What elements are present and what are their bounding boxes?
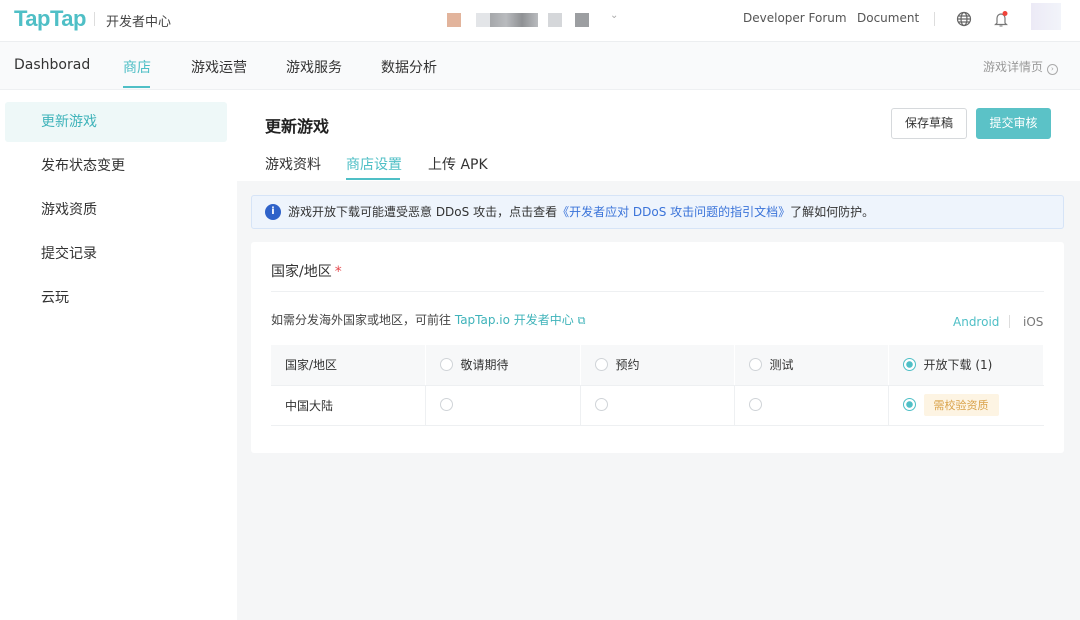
platform-android[interactable]: Android <box>953 315 999 329</box>
alert-text: 游戏开放下载可能遭受恶意 DDoS 攻击，点击查看 <box>288 205 558 219</box>
top-header: TapTap 开发者中心 ⌄ Developer Forum Document <box>0 0 1080 42</box>
arrow-circle-icon: › <box>1046 64 1058 75</box>
sidebar: 更新游戏 发布状态变更 游戏资质 提交记录 云玩 <box>0 90 237 620</box>
sidebar-item-update-game[interactable]: 更新游戏 <box>5 102 227 142</box>
tab-upload-apk[interactable]: 上传 APK <box>428 154 488 174</box>
radio-test[interactable] <box>748 398 762 411</box>
nav-dashboard[interactable]: Dashborad <box>14 57 90 73</box>
divider <box>271 291 1044 292</box>
column-label: 测试 <box>769 358 794 373</box>
radio-coming-soon[interactable] <box>439 398 453 411</box>
sidebar-item-cloud-play[interactable]: 云玩 <box>5 278 227 318</box>
radio-coming-soon-all[interactable] <box>439 358 453 372</box>
tab-store-settings[interactable]: 商店设置 <box>346 154 402 174</box>
chevron-down-icon: ⌄ <box>610 10 619 21</box>
radio-open-download-all[interactable] <box>902 358 916 372</box>
overseas-hint: 如需分发海外国家或地区，可前往 TapTap.io 开发者中心 ⧉ <box>271 311 585 328</box>
radio-reserve-all[interactable] <box>594 358 608 372</box>
bell-icon[interactable] <box>993 10 1009 28</box>
active-tab-indicator <box>346 178 400 180</box>
sidebar-item-qualification[interactable]: 游戏资质 <box>5 190 227 230</box>
sub-navigation: Dashborad 商店 游戏运营 游戏服务 数据分析 游戏详情页 › <box>0 42 1080 90</box>
region-name: 中国大陆 <box>271 385 426 426</box>
external-link-icon: ⧉ <box>577 314 586 327</box>
active-tab-indicator <box>123 86 150 88</box>
radio-test-all[interactable] <box>748 358 762 372</box>
cell-reserve <box>580 385 735 426</box>
cell-test <box>734 385 889 426</box>
tab-game-info[interactable]: 游戏资料 <box>265 154 321 174</box>
nav-game-services[interactable]: 游戏服务 <box>286 57 342 77</box>
region-table: 国家/地区 敬请期待 预约 测试 开放下载 (1) 中国大陆 需校验资质 <box>271 345 1044 426</box>
region-label: 国家/地区 * <box>271 261 342 281</box>
region-card: 国家/地区 * 如需分发海外国家或地区，可前往 TapTap.io 开发者中心 ⧉… <box>251 242 1064 453</box>
cell-coming-soon <box>425 385 581 426</box>
document-link[interactable]: Document <box>857 11 919 25</box>
divider <box>94 12 95 26</box>
column-header-region: 国家/地区 <box>271 345 426 386</box>
column-header-test[interactable]: 测试 <box>734 345 889 386</box>
column-label: 开放下载 (1) <box>923 358 993 373</box>
qualification-tag: 需校验资质 <box>923 394 999 416</box>
ddos-guide-link[interactable]: 《开发者应对 DDoS 攻击问题的指引文档》 <box>557 205 790 219</box>
hint-text: 如需分发海外国家或地区，可前往 <box>271 313 452 327</box>
globe-icon[interactable] <box>956 11 972 27</box>
sidebar-item-submit-history[interactable]: 提交记录 <box>5 234 227 274</box>
taptap-io-link[interactable]: TapTap.io 开发者中心 <box>455 313 574 327</box>
column-label: 敬请期待 <box>460 358 509 373</box>
alert-suffix: 了解如何防护。 <box>790 205 875 219</box>
info-icon: i <box>265 204 281 220</box>
cell-open-download: 需校验资质 <box>888 385 1044 426</box>
column-label: 预约 <box>615 358 640 373</box>
ddos-alert: i 游戏开放下载可能遭受恶意 DDoS 攻击，点击查看《开发者应对 DDoS 攻… <box>251 195 1064 229</box>
radio-reserve[interactable] <box>594 398 608 411</box>
nav-data-analysis[interactable]: 数据分析 <box>381 57 437 77</box>
divider <box>1009 315 1010 328</box>
save-draft-button[interactable]: 保存草稿 <box>891 108 967 139</box>
submit-review-button[interactable]: 提交审核 <box>976 108 1051 139</box>
divider <box>934 12 935 26</box>
game-detail-label: 游戏详情页 <box>983 60 1044 74</box>
radio-open-download[interactable] <box>902 398 916 411</box>
sidebar-item-status-change[interactable]: 发布状态变更 <box>5 146 227 186</box>
table-row: 中国大陆 需校验资质 <box>271 385 1044 426</box>
avatar[interactable] <box>1031 3 1061 30</box>
header-subtitle: 开发者中心 <box>106 15 172 30</box>
table-header-row: 国家/地区 敬请期待 预约 测试 开放下载 (1) <box>271 345 1044 386</box>
nav-store[interactable]: 商店 <box>123 57 151 77</box>
column-header-coming-soon[interactable]: 敬请期待 <box>425 345 581 386</box>
column-header-reserve[interactable]: 预约 <box>580 345 735 386</box>
column-header-open-download[interactable]: 开放下载 (1) <box>888 345 1044 386</box>
page-title: 更新游戏 <box>265 117 330 136</box>
platform-ios[interactable]: iOS <box>1023 315 1043 329</box>
required-marker: * <box>334 264 342 280</box>
game-detail-link[interactable]: 游戏详情页 › <box>983 58 1058 75</box>
region-label-text: 国家/地区 <box>271 264 332 280</box>
main-header: 更新游戏 保存草稿 提交审核 游戏资料 商店设置 上传 APK <box>237 90 1080 181</box>
nav-game-ops[interactable]: 游戏运营 <box>191 57 247 77</box>
developer-forum-link[interactable]: Developer Forum <box>743 11 847 25</box>
taptap-logo[interactable]: TapTap <box>14 6 86 32</box>
